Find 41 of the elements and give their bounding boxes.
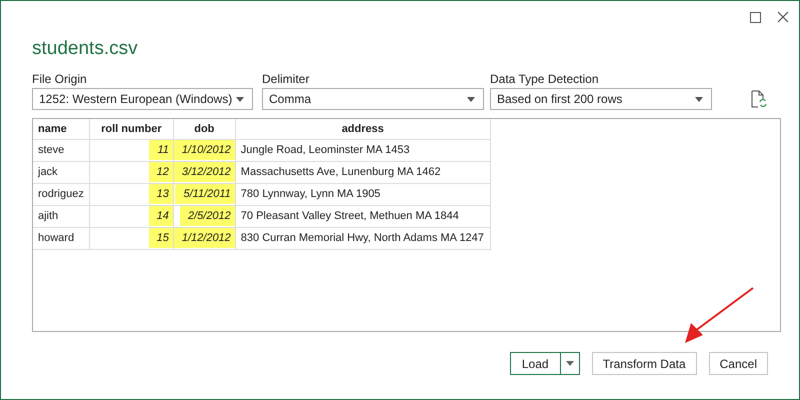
maximize-icon	[750, 12, 760, 22]
highlighted-cell: 2/5/2012	[180, 206, 235, 226]
dialog-button[interactable]: Transform Data	[592, 352, 697, 375]
table-cell: Jungle Road, Leominster MA 1453	[235, 139, 490, 161]
table-cell: steve	[33, 139, 90, 161]
table-cell: 830 Curran Memorial Hwy, North Adams MA 1247	[235, 227, 490, 249]
dropdown-field[interactable]: Based on first 200 rows	[490, 88, 712, 110]
file-refresh-icon	[751, 90, 767, 108]
highlighted-cell: 15	[148, 228, 173, 248]
table-cell: 780 Lynnway, Lynn MA 1905	[235, 183, 490, 205]
window-title: students.csv	[32, 37, 139, 61]
highlighted-cell: 1/10/2012	[174, 140, 235, 160]
caret-icon	[566, 361, 574, 366]
highlighted-cell: 3/12/2012	[174, 162, 235, 182]
load-button[interactable]: Load	[510, 352, 580, 375]
column-header: dob	[173, 119, 236, 139]
column-header: address	[235, 119, 490, 139]
caret-icon	[236, 96, 244, 102]
field-label: Delimiter	[262, 72, 310, 88]
highlighted-cell: 5/11/2011	[175, 184, 235, 204]
highlighted-cell: 1/12/2012	[174, 228, 235, 248]
table-cell: rodriguez	[33, 183, 90, 205]
highlighted-cell: 14	[148, 206, 173, 226]
column-header: roll number	[89, 119, 174, 139]
table-cell: ajith	[33, 205, 90, 227]
table-cell: Massachusetts Ave, Lunenburg MA 1462	[235, 161, 490, 183]
table-cell: howard	[33, 227, 90, 249]
dropdown-field[interactable]: Comma	[262, 88, 484, 110]
field-label: File Origin	[32, 72, 88, 88]
highlighted-cell: 12	[148, 162, 173, 182]
caret-icon	[467, 96, 475, 102]
highlighted-cell: 13	[148, 184, 173, 204]
caret-icon	[695, 96, 703, 102]
dialog-button[interactable]: Cancel	[708, 352, 768, 375]
table-cell: 70 Pleasant Valley Street, Methuen MA 1844	[235, 205, 490, 227]
table-cell: jack	[33, 161, 90, 183]
dropdown-field[interactable]: 1252: Western European (Windows)	[32, 88, 253, 110]
close-icon	[777, 11, 789, 23]
highlighted-cell: 11	[149, 140, 173, 160]
column-header: name	[33, 119, 90, 139]
field-label: Data Type Detection	[490, 72, 600, 88]
